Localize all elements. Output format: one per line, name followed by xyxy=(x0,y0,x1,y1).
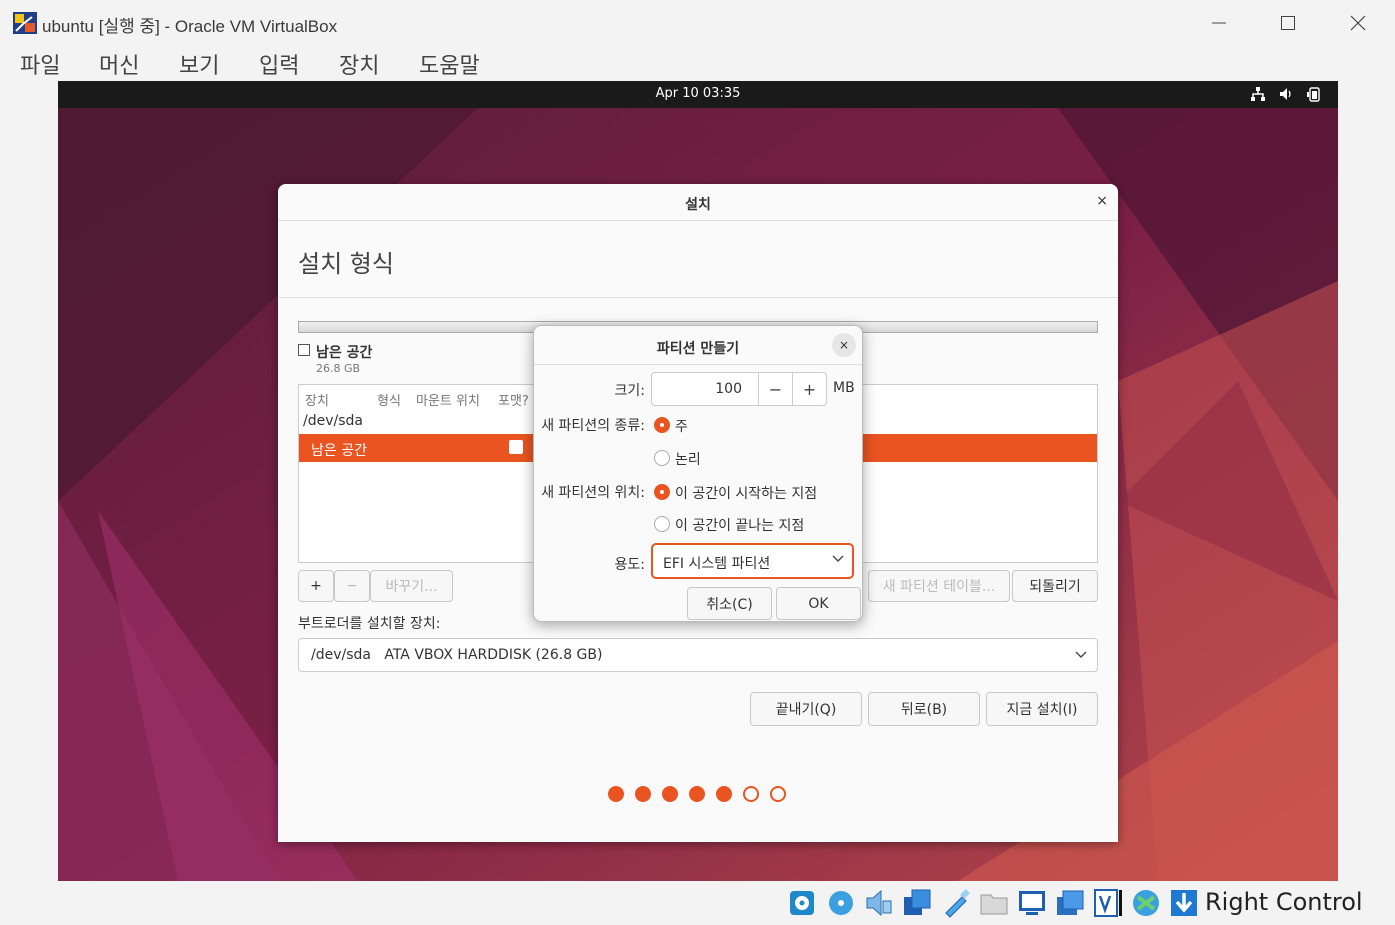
size-increment-button[interactable]: + xyxy=(792,373,826,405)
revert-button[interactable]: 되돌리기 xyxy=(1012,570,1098,602)
volume-icon xyxy=(1280,88,1291,100)
add-partition-button[interactable]: + xyxy=(298,570,334,602)
gnome-top-bar: Apr 10 03:35 xyxy=(58,81,1338,108)
progress-dot xyxy=(716,786,732,802)
progress-dot xyxy=(662,786,678,802)
window-titlebar: ubuntu [실행 중] - Oracle VM VirtualBox xyxy=(0,0,1395,45)
network-adapter-icon[interactable] xyxy=(901,887,933,919)
size-input[interactable]: 100 xyxy=(715,381,742,397)
optical-drive-icon[interactable] xyxy=(825,887,857,919)
change-partition-button[interactable]: 바꾸기... xyxy=(370,570,453,602)
dialog-header: 파티션 만들기 × xyxy=(534,326,862,365)
dialog-close-button[interactable]: × xyxy=(832,333,856,357)
keyboard-capture-icon[interactable] xyxy=(1168,887,1200,919)
shared-folders-icon[interactable] xyxy=(978,887,1010,919)
dialog-title: 파티션 만들기 xyxy=(656,341,740,357)
bootloader-selected-value: /dev/sda ATA VBOX HARDDISK (26.8 GB) xyxy=(311,647,602,663)
cancel-button[interactable]: 취소(C) xyxy=(687,587,772,620)
installer-close-button[interactable]: × xyxy=(1096,193,1108,209)
menu-help[interactable]: 도움말 xyxy=(419,48,480,80)
close-icon xyxy=(1350,15,1366,30)
location-start-label[interactable]: 이 공간이 시작하는 지점 xyxy=(675,483,817,503)
progress-dot xyxy=(770,786,786,802)
virtualbox-app-icon xyxy=(13,12,37,34)
divider xyxy=(278,297,1118,298)
minimize-icon xyxy=(1212,22,1226,23)
video-capture-icon[interactable] xyxy=(1054,887,1086,919)
minimize-button[interactable] xyxy=(1184,0,1254,45)
progress-dot xyxy=(689,786,705,802)
column-header-type[interactable]: 형식 xyxy=(377,390,401,409)
network-icon xyxy=(1251,87,1265,101)
window-title: ubuntu [실행 중] - Oracle VM VirtualBox xyxy=(42,17,338,36)
size-spinbox[interactable]: 100 − + xyxy=(651,372,827,406)
vm-display[interactable]: Apr 10 03:35 설치 × 설치 형식 남은 공간 26.8 GB 장치… xyxy=(58,81,1338,881)
type-logical-label[interactable]: 논리 xyxy=(675,449,701,469)
bootloader-device: /dev/sda xyxy=(311,647,371,663)
partition-type-label: 새 파티션의 종류: xyxy=(541,418,645,434)
close-window-button[interactable] xyxy=(1323,0,1393,45)
page-title: 설치 형식 xyxy=(298,250,394,278)
ok-button[interactable]: OK xyxy=(776,587,861,620)
progress-dot xyxy=(608,786,624,802)
back-button[interactable]: 뒤로(B) xyxy=(868,692,980,726)
use-as-value: EFI 시스템 파티션 xyxy=(663,556,771,572)
column-header-format[interactable]: 포맷? xyxy=(498,390,529,409)
size-label: 크기: xyxy=(614,383,645,399)
create-partition-dialog: 파티션 만들기 × 크기: 100 − + MB 새 파티션의 종류: 주 논리… xyxy=(533,325,863,622)
table-row-dev-sda[interactable]: /dev/sda xyxy=(303,413,363,429)
audio-icon[interactable] xyxy=(863,887,895,919)
chevron-down-icon xyxy=(832,555,844,562)
format-checkbox[interactable] xyxy=(509,440,523,454)
usb-icon[interactable] xyxy=(940,887,972,919)
type-primary-label[interactable]: 주 xyxy=(675,416,688,436)
type-logical-radio[interactable] xyxy=(654,450,670,466)
bootloader-label: 부트로더를 설치할 장치: xyxy=(298,616,441,632)
clock[interactable]: Apr 10 03:35 xyxy=(58,86,1338,101)
location-start-radio[interactable] xyxy=(654,484,670,500)
menu-file[interactable]: 파일 xyxy=(20,48,60,80)
display-icon[interactable] xyxy=(1016,887,1048,919)
cpu-icon[interactable] xyxy=(1092,887,1124,919)
quit-button[interactable]: 끝내기(Q) xyxy=(750,692,862,726)
type-primary-radio[interactable] xyxy=(654,417,670,433)
free-space-legend-size: 26.8 GB xyxy=(316,362,361,375)
hard-disk-icon[interactable] xyxy=(786,887,818,919)
table-row-label: 남은 공간 xyxy=(311,443,367,459)
maximize-icon xyxy=(1281,15,1295,30)
step-progress-indicator xyxy=(608,786,786,802)
column-header-device[interactable]: 장치 xyxy=(305,390,329,409)
column-header-mount[interactable]: 마운트 위치 xyxy=(416,390,480,409)
progress-dot xyxy=(743,786,759,802)
mouse-integration-icon[interactable] xyxy=(1130,887,1162,919)
menu-bar: 파일 머신 보기 입력 장치 도움말 xyxy=(0,45,1395,81)
free-space-legend-label: 남은 공간 xyxy=(316,345,373,361)
installer-title: 설치 xyxy=(685,197,711,213)
installer-header: 설치 × xyxy=(278,184,1118,221)
host-key-label: Right Control xyxy=(1205,888,1363,916)
new-partition-table-button[interactable]: 새 파티션 테이블... xyxy=(868,570,1010,602)
free-space-legend-swatch xyxy=(298,344,310,356)
menu-devices[interactable]: 장치 xyxy=(339,48,379,80)
chevron-down-icon xyxy=(1075,651,1087,658)
install-now-button[interactable]: 지금 설치(I) xyxy=(986,692,1098,726)
bootloader-device-select[interactable]: /dev/sda ATA VBOX HARDDISK (26.8 GB) xyxy=(298,638,1098,672)
bootloader-description: ATA VBOX HARDDISK (26.8 GB) xyxy=(384,647,603,663)
menu-input[interactable]: 입력 xyxy=(259,48,299,80)
vm-status-bar: Right Control xyxy=(0,881,1395,925)
menu-machine[interactable]: 머신 xyxy=(99,48,139,80)
system-tray[interactable] xyxy=(1250,86,1322,102)
use-as-label: 용도: xyxy=(614,557,645,573)
use-as-select[interactable]: EFI 시스템 파티션 xyxy=(651,543,854,579)
menu-view[interactable]: 보기 xyxy=(179,48,219,80)
partition-location-label: 새 파티션의 위치: xyxy=(541,485,645,501)
remove-partition-button[interactable]: − xyxy=(334,570,370,602)
location-end-radio[interactable] xyxy=(654,516,670,532)
maximize-button[interactable] xyxy=(1253,0,1323,45)
location-end-label[interactable]: 이 공간이 끝나는 지점 xyxy=(675,515,804,535)
size-decrement-button[interactable]: − xyxy=(758,373,792,405)
progress-dot xyxy=(635,786,651,802)
size-unit: MB xyxy=(833,380,855,396)
battery-icon xyxy=(1307,87,1320,102)
